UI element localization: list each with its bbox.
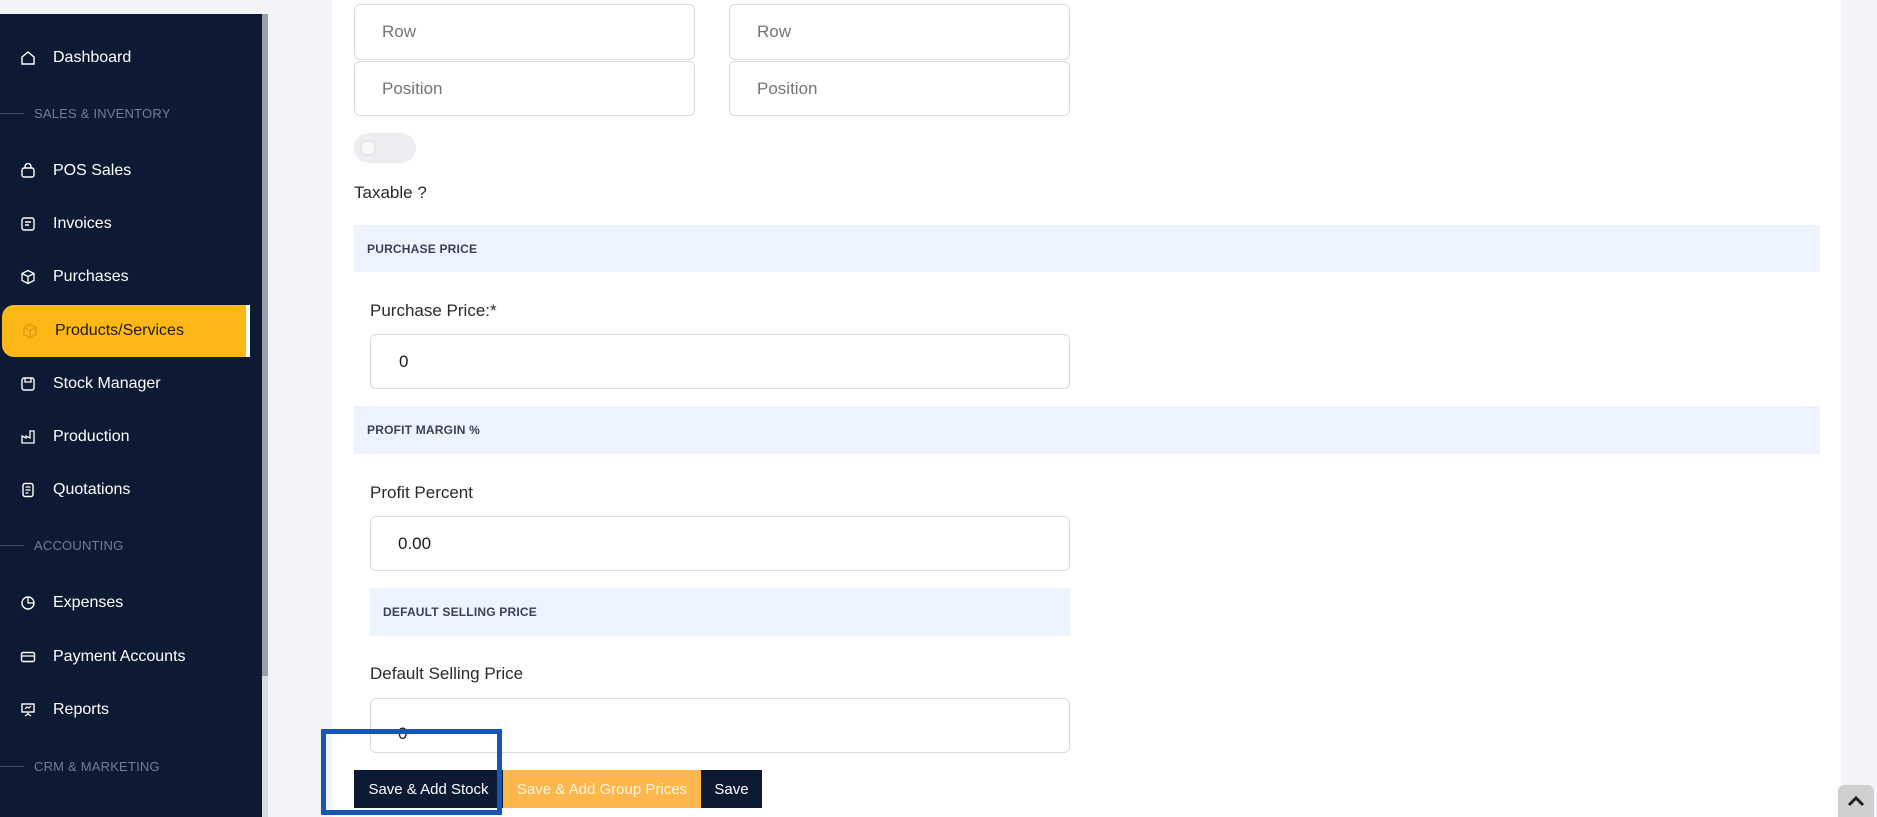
presentation-icon (19, 701, 37, 719)
page-scrollbar-track (1855, 0, 1877, 817)
profit-percent-label: Profit Percent (370, 483, 473, 502)
shelf-position-input[interactable] (729, 61, 1070, 116)
box-icon (19, 268, 37, 286)
sidebar-item-stock-manager[interactable]: Stock Manager (0, 358, 250, 410)
profit-percent-input[interactable]: 0.00 (370, 516, 1070, 571)
purchase-price-label: Purchase Price:* (370, 301, 497, 320)
section-accounting: ACCOUNTING (0, 535, 123, 555)
home-icon (19, 49, 37, 67)
toggle-knob (360, 140, 376, 156)
sidebar-item-label: Quotations (53, 481, 131, 498)
sidebar-item-label: Purchases (53, 268, 129, 285)
default-selling-price-label: Default Selling Price (370, 664, 524, 683)
sidebar-item-production[interactable]: Production (0, 411, 250, 463)
sidebar-item-invoices[interactable]: Invoices (0, 198, 250, 250)
invoice-icon (19, 215, 37, 233)
sidebar-item-label: Reports (53, 701, 110, 718)
sidebar-item-purchases[interactable]: Purchases (0, 251, 250, 303)
default-selling-price-section-header: DEFAULT SELLING PRICE (370, 588, 1070, 636)
sidebar-item-label: Production (53, 428, 130, 445)
sidebar-item-quotations[interactable]: Quotations (0, 464, 250, 516)
rack-position-input[interactable] (354, 61, 695, 116)
section-crm-marketing: CRM & MARKETING (0, 756, 160, 776)
taxable-toggle[interactable] (354, 133, 416, 163)
factory-icon (19, 428, 37, 446)
sidebar-item-pos-sales[interactable]: POS Sales (0, 145, 250, 197)
purchase-price-input[interactable]: 0 (370, 334, 1070, 389)
quotation-icon (19, 481, 37, 499)
section-label: SALES & INVENTORY (34, 105, 171, 121)
taxable-label: Taxable ? (354, 183, 427, 202)
shelf-row-input[interactable] (729, 4, 1070, 60)
annotation-highlight-box (321, 729, 502, 815)
sidebar-item-expenses[interactable]: Expenses (0, 577, 250, 629)
sidebar-item-reports[interactable]: Reports (0, 684, 250, 736)
rack-row-input[interactable] (354, 4, 695, 60)
sidebar-item-label: POS Sales (53, 162, 132, 179)
sidebar-item-label: Stock Manager (53, 375, 161, 392)
profit-margin-section-header: PROFIT MARGIN % (354, 406, 1820, 454)
chevron-up-icon (1847, 795, 1865, 807)
sidebar-item-label: Dashboard (53, 49, 132, 66)
wallet-icon (19, 648, 37, 666)
section-sales-inventory: SALES & INVENTORY (0, 103, 171, 123)
sidebar-item-products-services[interactable]: Products/Services (2, 305, 250, 357)
sidebar-item-payment-accounts[interactable]: Payment Accounts (0, 631, 250, 683)
save-button[interactable]: Save (701, 770, 762, 808)
purchase-price-section-header: PURCHASE PRICE (354, 225, 1820, 272)
sidebar-scrollbar[interactable] (262, 14, 268, 676)
sidebar-item-label: Invoices (53, 215, 112, 232)
pie-icon (19, 594, 37, 612)
bag-icon (19, 162, 37, 180)
sidebar-item-label: Expenses (53, 594, 124, 611)
cube-icon (21, 322, 39, 340)
section-label: ACCOUNTING (34, 537, 124, 553)
sidebar-item-label: Payment Accounts (53, 648, 186, 665)
stock-icon (19, 375, 37, 393)
section-label: CRM & MARKETING (34, 758, 160, 774)
sidebar-item-label: Products/Services (55, 322, 184, 339)
sidebar-item-dashboard[interactable]: Dashboard (0, 32, 250, 84)
sidebar-scrollbar-track (262, 676, 268, 817)
scroll-to-top-button[interactable] (1838, 785, 1874, 817)
save-add-group-prices-button[interactable]: Save & Add Group Prices (503, 770, 701, 808)
